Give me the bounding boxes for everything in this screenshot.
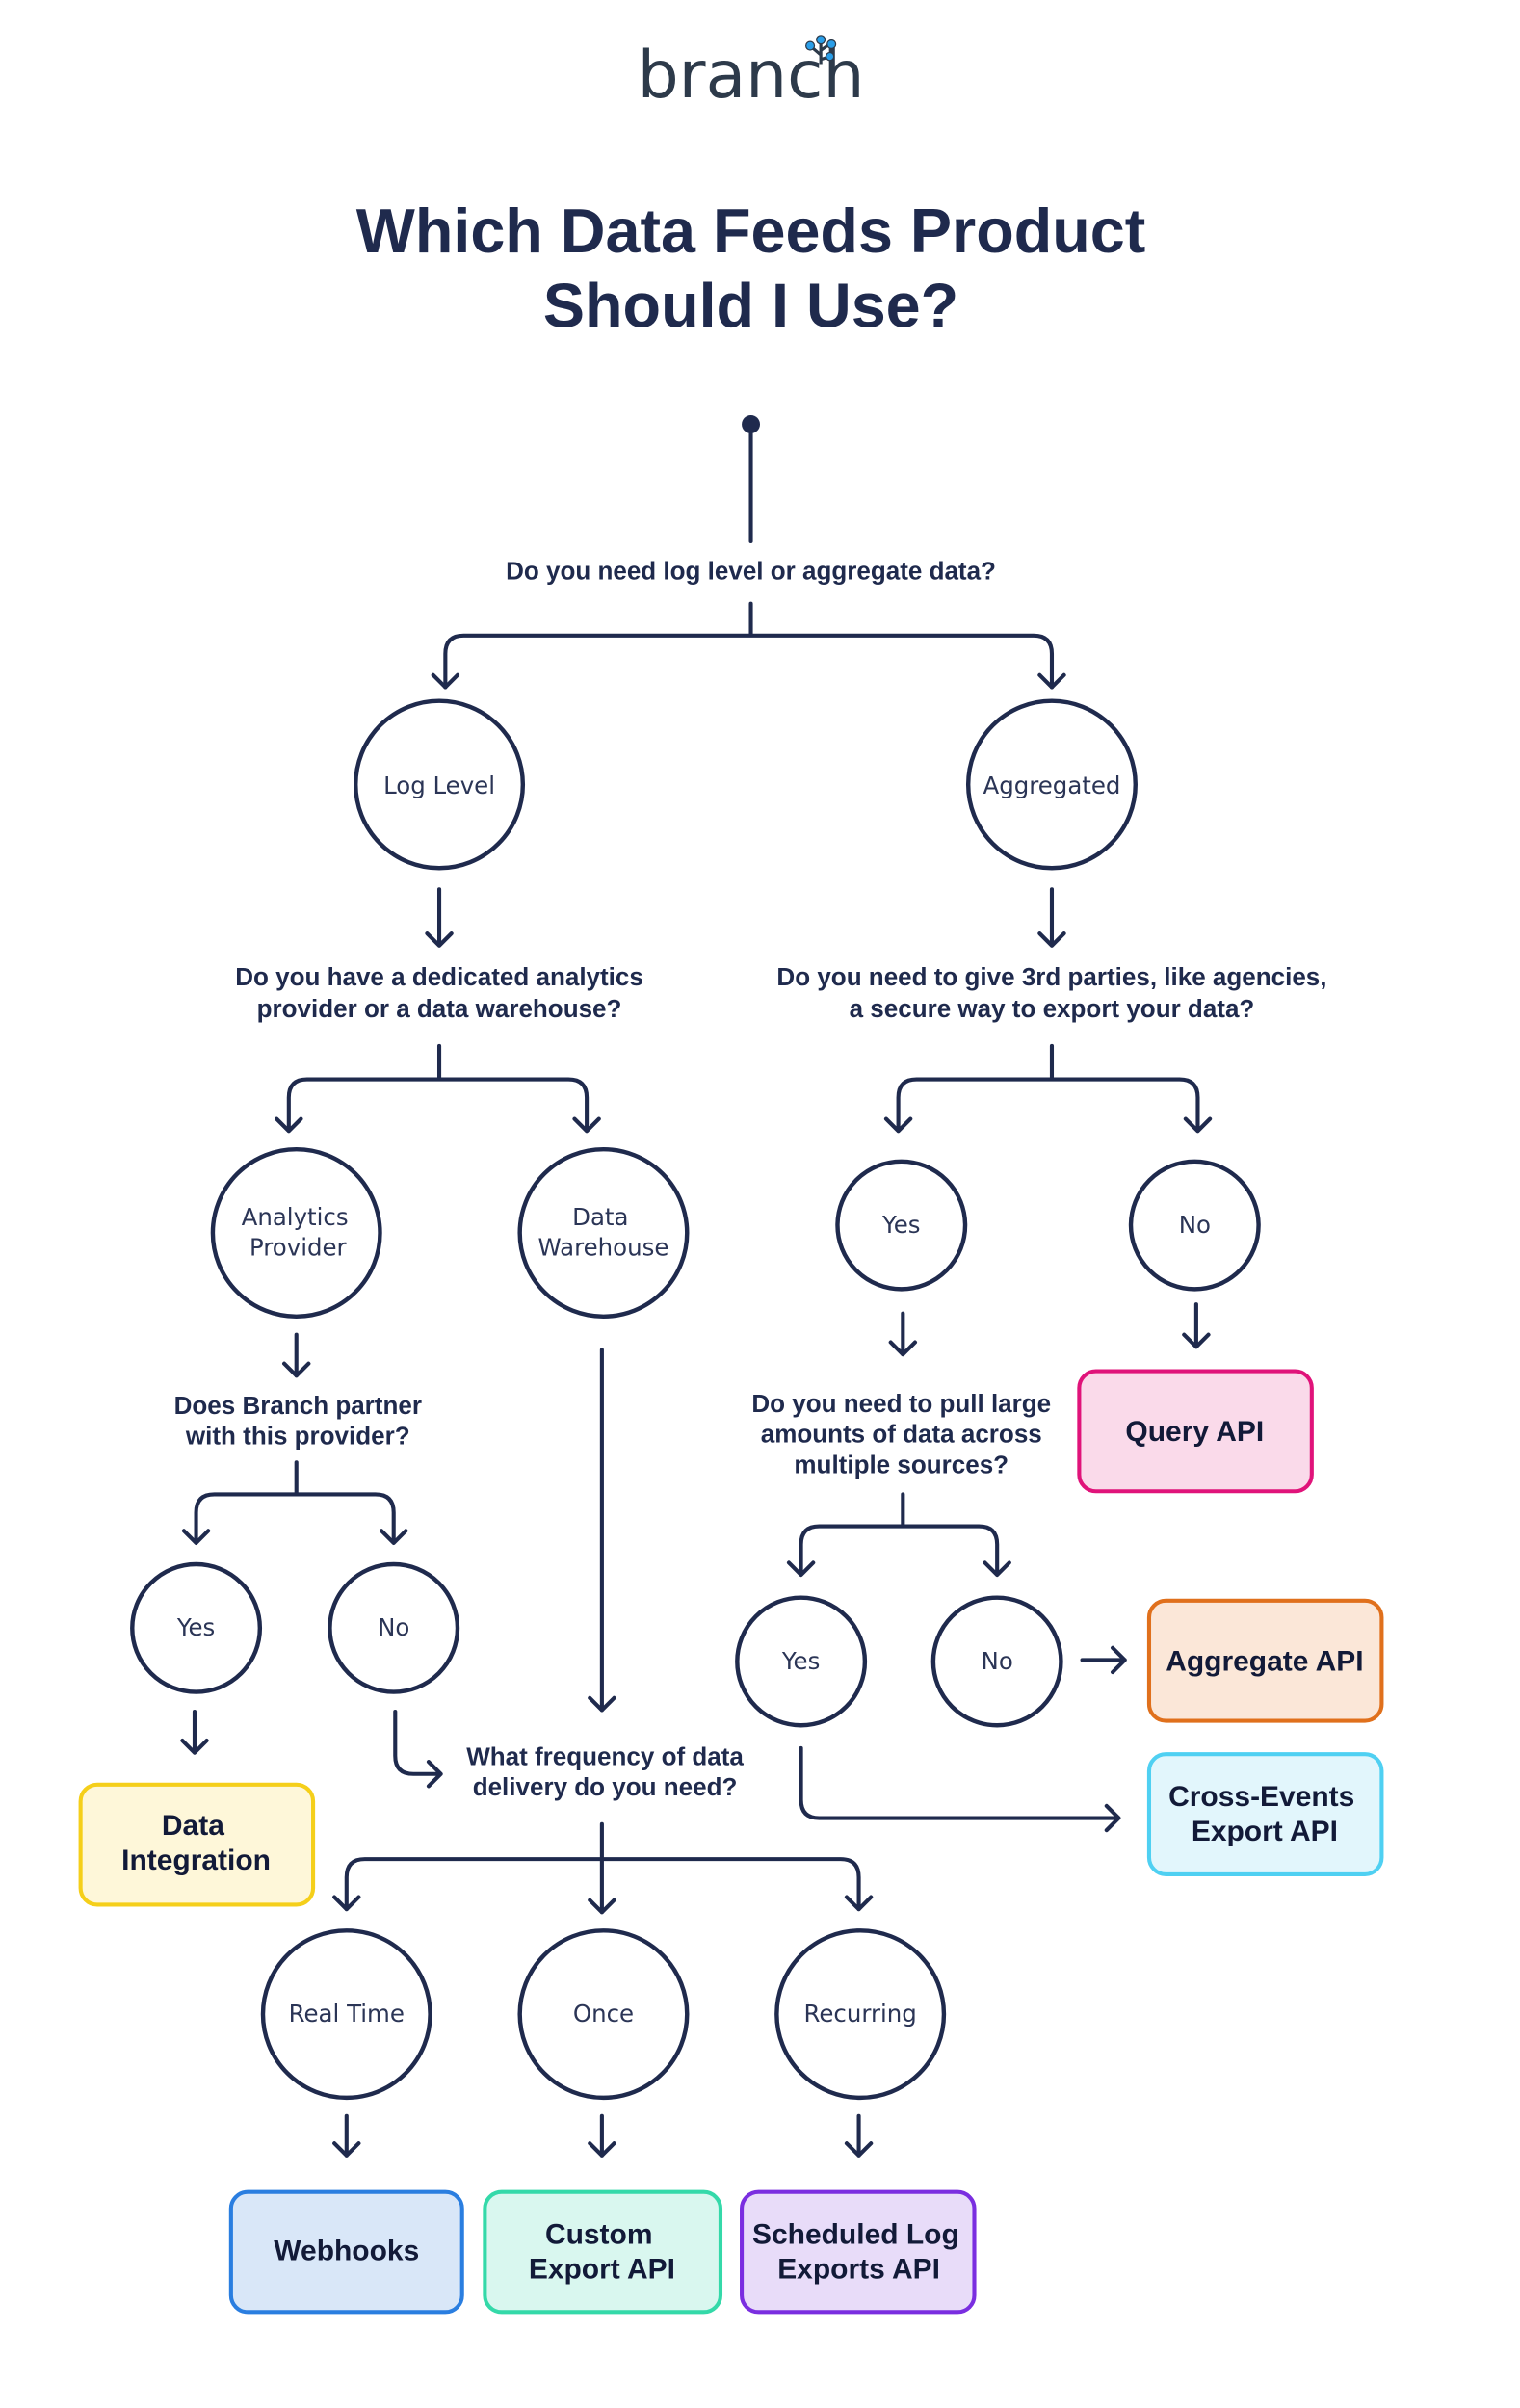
node-analytics-provider: Analytics Provider (210, 1146, 382, 1319)
result-label: Custom (545, 2218, 653, 2250)
question-q4: Does Branch partner with this provider? (174, 1391, 422, 1451)
node-label: Warehouse (538, 1234, 669, 1262)
node-label: No (982, 1647, 1013, 1675)
result-box (483, 2189, 723, 2315)
result-query-api: Query API (1077, 1369, 1314, 1494)
connector (181, 1460, 408, 1545)
node-large-no: No (930, 1595, 1063, 1728)
logo-dot (826, 39, 837, 50)
result-custom-export-api: Custom Export API (483, 2189, 723, 2315)
node-partner-yes: Yes (130, 1561, 263, 1694)
node-label: No (378, 1613, 409, 1641)
connector (883, 1043, 1213, 1134)
result-label: Export API (1192, 1816, 1338, 1847)
question-text: Do you need to pull large (751, 1389, 1051, 1418)
node-label: Yes (881, 1211, 920, 1239)
connector (588, 1348, 616, 1713)
node-log-level: Log Level (354, 698, 526, 871)
connector (275, 1043, 601, 1134)
result-box (1146, 1752, 1384, 1876)
node-label: Log Level (383, 772, 495, 799)
result-label: Query API (1125, 1416, 1264, 1448)
question-text: Do you need log level or aggregate data? (506, 556, 996, 585)
node-label: Yes (176, 1613, 215, 1641)
connector (1080, 1645, 1127, 1675)
connector (180, 1710, 209, 1755)
connector (786, 1492, 1011, 1578)
node-third-party-no: No (1128, 1159, 1261, 1292)
node-label: No (1179, 1211, 1211, 1239)
connector (1182, 1302, 1211, 1349)
connector (332, 2113, 361, 2158)
title-line-2: Should I Use? (543, 270, 958, 340)
branch-logo: branch (638, 35, 865, 114)
result-label: Data (162, 1810, 224, 1842)
question-text: a secure way to export your data? (850, 994, 1255, 1023)
result-data-integration: Data Integration (78, 1782, 316, 1907)
node-label: Aggregated (983, 772, 1121, 799)
question-text: What frequency of data (466, 1741, 744, 1770)
start-dot (742, 415, 760, 433)
connector (282, 1332, 311, 1378)
result-label: Exports API (777, 2254, 940, 2286)
connector (844, 2113, 874, 2158)
title-line-1: Which Data Feeds Product (356, 196, 1146, 266)
connector (799, 1745, 1121, 1833)
result-scheduled-log-exports-api: Scheduled Log Exports API (740, 2189, 977, 2315)
question-q1: Do you need log level or aggregate data? (506, 556, 996, 585)
question-text: Do you need to give 3rd parties, like ag… (776, 962, 1326, 991)
result-label: Cross-Events (1168, 1781, 1354, 1813)
result-label: Integration (121, 1845, 271, 1876)
connector (425, 887, 454, 948)
result-label: Webhooks (274, 2236, 419, 2267)
question-text: delivery do you need? (473, 1772, 738, 1801)
node-once: Once (517, 1928, 690, 2101)
result-label: Aggregate API (1166, 1645, 1363, 1677)
logo-dot (816, 35, 826, 45)
question-text: amounts of data across (761, 1420, 1042, 1449)
node-label: Analytics (242, 1203, 349, 1231)
connector (393, 1710, 443, 1789)
result-label: Scheduled Log (752, 2218, 959, 2250)
result-label: Export API (529, 2254, 675, 2286)
node-label: Recurring (803, 2000, 916, 2028)
question-text: with this provider? (185, 1421, 410, 1450)
result-box (740, 2189, 977, 2315)
node-third-party-yes: Yes (835, 1159, 968, 1292)
question-text: Do you have a dedicated analytics (235, 962, 643, 991)
connector (332, 1821, 874, 1915)
logo-dot (825, 51, 835, 62)
node-label: Data (572, 1203, 628, 1231)
connector (443, 601, 1055, 690)
node-recurring: Recurring (774, 1928, 947, 2101)
page-title: Which Data Feeds Product Should I Use? (356, 196, 1146, 340)
node-partner-no: No (328, 1561, 460, 1694)
node-label: Real Time (289, 2000, 405, 2028)
logo-dot (805, 40, 816, 51)
question-q6: What frequency of data delivery do you n… (466, 1741, 744, 1801)
question-q3: Do you need to give 3rd parties, like ag… (776, 962, 1326, 1023)
node-data-warehouse: Data Warehouse (517, 1146, 690, 1319)
node-aggregated: Aggregated (965, 698, 1138, 871)
arrowhead (431, 672, 1066, 690)
question-text: multiple sources? (794, 1450, 1009, 1479)
logo-text: branch (638, 38, 865, 114)
question-q5: Do you need to pull large amounts of dat… (751, 1389, 1051, 1479)
question-q2: Do you have a dedicated analytics provid… (235, 962, 643, 1023)
node-label: Once (573, 2000, 634, 2028)
question-text: Does Branch partner (174, 1391, 422, 1420)
connector (888, 1311, 918, 1357)
node-label: Provider (249, 1234, 348, 1262)
node-large-yes: Yes (735, 1595, 868, 1728)
result-cross-events-export-api: Cross-Events Export API (1146, 1752, 1384, 1876)
flowchart-canvas: branch Which Data Feeds Product Should I… (78, 35, 1384, 2315)
node-label: Yes (781, 1647, 820, 1675)
connector (588, 2113, 616, 2158)
result-aggregate-api: Aggregate API (1146, 1598, 1384, 1723)
connector (1037, 887, 1066, 948)
question-text: provider or a data warehouse? (257, 994, 622, 1023)
result-webhooks: Webhooks (228, 2189, 464, 2315)
node-real-time: Real Time (260, 1928, 432, 2101)
